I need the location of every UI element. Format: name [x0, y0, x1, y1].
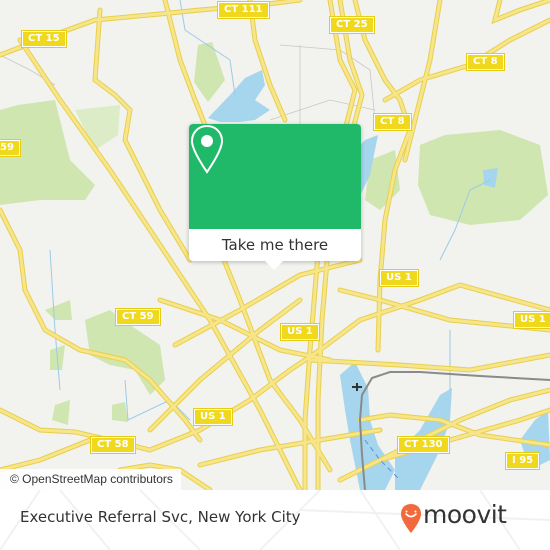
map-pin-icon — [190, 124, 224, 174]
route-shield-ct58: CT 58 — [90, 436, 136, 454]
moovit-brand-name[interactable]: moovit — [423, 500, 507, 529]
moovit-logo-icon — [401, 504, 421, 533]
route-shield-59: 59 — [0, 139, 21, 157]
route-shield-ct111: CT 111 — [217, 1, 270, 19]
route-shield-us1-north: US 1 — [379, 269, 419, 287]
place-title: Executive Referral Svc, New York City — [20, 508, 301, 526]
route-shield-ct25: CT 25 — [329, 16, 375, 34]
footer-bar: Executive Referral Svc, New York City mo… — [0, 490, 550, 550]
popup-pointer — [265, 261, 283, 270]
route-shield-ct8-east: CT 8 — [466, 53, 505, 71]
route-shield-us1-south: US 1 — [193, 408, 233, 426]
route-shield-ct15: CT 15 — [21, 30, 67, 48]
route-shield-i95: I 95 — [504, 452, 541, 470]
route-shield-us1-east: US 1 — [513, 311, 550, 329]
route-shield-ct59: CT 59 — [115, 308, 161, 326]
route-shield-ct8: CT 8 — [373, 113, 412, 131]
route-shield-ct130: CT 130 — [397, 436, 450, 454]
route-shield-us1-center: US 1 — [280, 323, 320, 341]
popup-header — [189, 124, 361, 229]
location-popup: Take me there — [189, 124, 361, 270]
take-me-there-button[interactable]: Take me there — [189, 229, 361, 261]
map-view[interactable]: CT 111 CT 15 CT 25 CT 8 CT 8 59 CT 59 US… — [0, 0, 550, 490]
map-attribution[interactable]: © OpenStreetMap contributors — [0, 469, 181, 490]
